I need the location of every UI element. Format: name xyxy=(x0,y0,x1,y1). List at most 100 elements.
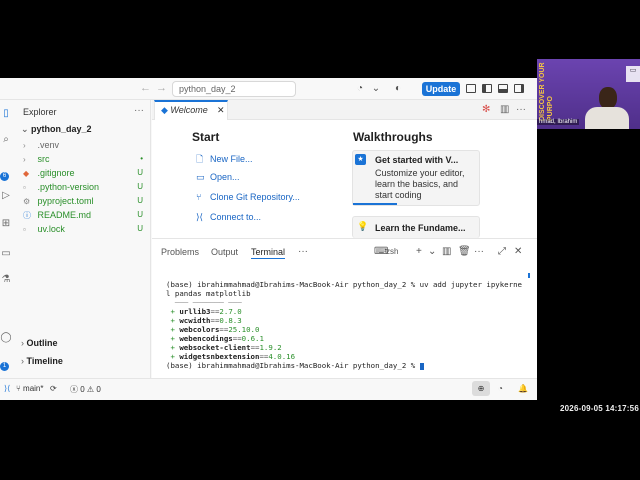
more-actions-icon[interactable]: ··· xyxy=(516,104,526,115)
search-icon[interactable]: ⌕ xyxy=(0,134,12,148)
vscode-window: ← → python_day_2 ◔ ⌄ ◐ Update ▯ ⌕ 6 ▷ ⊞ … xyxy=(0,78,537,400)
git-branch-icon: ⑂ xyxy=(16,384,24,393)
split-terminal-icon[interactable]: ▥ xyxy=(442,246,451,257)
copilot-sparkle-icon[interactable]: ✻ xyxy=(482,104,490,115)
git-clone-icon: ⑂ xyxy=(196,192,202,202)
tree-item-uv-lock[interactable]: ▫ uv.lock U xyxy=(23,224,151,237)
tab-output[interactable]: Output xyxy=(211,247,238,257)
terminal-command-line: l pandas matplotlib xyxy=(166,289,251,298)
webcam-overlay: DISCOVER YOUR PURPO hmad, Ibrahim xyxy=(537,59,640,129)
package-line: + websocket-client==1.9.2 xyxy=(170,343,282,352)
run-debug-icon[interactable]: ▷ xyxy=(0,190,12,204)
error-icon: ⓧ xyxy=(70,385,81,394)
trash-icon[interactable]: 🗑 xyxy=(458,246,471,257)
info-icon: ⓘ xyxy=(23,211,31,220)
remote-indicator-icon[interactable]: ⟩⟨ xyxy=(4,384,10,393)
warning-icon: ⚠ xyxy=(86,385,97,394)
explorer-icon[interactable]: ▯ xyxy=(0,108,12,122)
close-icon[interactable]: ✕ xyxy=(217,105,225,116)
tree-item-src[interactable]: › src • xyxy=(23,154,151,167)
outline-section[interactable]: › Outline xyxy=(21,338,58,348)
title-bar: ← → python_day_2 ◔ ⌄ ◐ Update xyxy=(0,78,537,100)
person-body xyxy=(585,107,629,129)
copilot-icon[interactable]: ◔ xyxy=(354,83,366,94)
account-icon[interactable]: ◯ xyxy=(0,332,12,346)
tab-welcome[interactable]: ◆ Welcome ✕ xyxy=(154,100,228,120)
tab-terminal[interactable]: Terminal xyxy=(251,247,286,259)
forward-arrow-icon[interactable]: → xyxy=(156,82,167,94)
gear-icon: ⚙ xyxy=(23,197,31,206)
terminal-output[interactable]: (base) ibrahimmahmad@Ibrahims-MacBook-Ai… xyxy=(166,271,526,370)
more-actions-icon[interactable]: ··· xyxy=(134,105,144,116)
tree-item-readme[interactable]: ⓘ README.md U xyxy=(23,210,151,223)
new-file-link[interactable]: 🗋 New File... xyxy=(196,152,253,168)
extensions-icon[interactable]: ⊞ xyxy=(0,218,12,232)
tree-item-gitignore[interactable]: ◆ .gitignore U xyxy=(23,168,151,181)
start-heading: Start xyxy=(192,130,220,144)
toggle-primary-sidebar-icon[interactable] xyxy=(482,84,492,93)
terminal-prompt: (base) ibrahimmahmad@Ibrahims-MacBook-Ai… xyxy=(166,361,420,370)
package-line: + widgetsnbextension==4.0.16 xyxy=(170,352,296,361)
sync-icon[interactable]: ⟳ xyxy=(50,384,57,393)
chevron-down-icon: ⌄ xyxy=(21,124,32,134)
customize-layout-icon[interactable] xyxy=(466,84,476,93)
status-bar: ⟩⟨ ⑂ main* ⟳ ⓧ 0 ⚠ 0 ⊕ ◔ 🔔 xyxy=(0,378,537,400)
package-line: + webencodings==0.6.1 xyxy=(170,334,264,343)
split-editor-icon[interactable]: ▥ xyxy=(500,104,509,115)
git-icon: ◆ xyxy=(23,169,30,178)
person-head xyxy=(599,87,617,109)
bottom-panel: Problems Output Terminal ··· ⌨ zsh + ⌄ ▥… xyxy=(152,238,537,378)
package-line: + webcolors==25.10.0 xyxy=(170,325,260,334)
timeline-section[interactable]: › Timeline xyxy=(21,356,63,366)
package-line: + wcwidth==0.8.3 xyxy=(170,316,242,325)
walkthroughs-heading: Walkthroughs xyxy=(353,130,433,144)
package-line: + urllib3==2.7.0 xyxy=(170,307,242,316)
window-controls-icon[interactable]: ▭ xyxy=(626,66,640,82)
activity-bar: ▯ ⌕ 6 ▷ ⊞ ▭ ⚗ ◯ 1 xyxy=(0,100,13,378)
open-link[interactable]: ▭ Open... xyxy=(196,172,240,183)
account-icon[interactable]: ◐ xyxy=(392,83,404,94)
more-actions-icon[interactable]: ··· xyxy=(298,246,308,257)
folder-open-icon: ▭ xyxy=(196,172,205,182)
back-arrow-icon[interactable]: ← xyxy=(140,82,151,94)
zoom-icon[interactable]: ⊕ xyxy=(472,381,490,396)
tree-item-venv[interactable]: › .venv xyxy=(23,140,151,153)
editor-tab-bar: ◆ Welcome ✕ ✻ ▥ ··· xyxy=(152,100,537,120)
terminal-scroll-marker xyxy=(528,273,530,278)
clone-repo-link[interactable]: ⑂ Clone Git Repository... xyxy=(196,192,300,202)
tree-item-python-version[interactable]: ▫ .python-version U xyxy=(23,182,151,195)
command-center-search[interactable]: python_day_2 xyxy=(172,81,296,97)
source-control-badge: 6 xyxy=(0,172,9,181)
file-icon: ▫ xyxy=(23,225,26,234)
terminal-cursor xyxy=(419,362,424,370)
toggle-secondary-sidebar-icon[interactable] xyxy=(514,84,524,93)
walkthrough-card-get-started[interactable]: ★ Get started with V... Customize your e… xyxy=(352,150,480,206)
file-icon: ▫ xyxy=(23,183,26,192)
problems-indicator[interactable]: ⓧ 0 ⚠ 0 xyxy=(70,384,101,395)
chevron-down-icon[interactable]: ⌄ xyxy=(428,246,436,257)
editor-area: ◆ Welcome ✕ ✻ ▥ ··· Start 🗋 New File... ▭… xyxy=(152,100,537,238)
branch-indicator[interactable]: ⑂ main* xyxy=(16,384,43,393)
tree-item-pyproject[interactable]: ⚙ pyproject.toml U xyxy=(23,196,151,209)
toggle-panel-icon[interactable] xyxy=(498,84,508,93)
maximize-panel-icon[interactable]: ⤢ xyxy=(498,246,506,257)
walkthrough-progress-bar xyxy=(353,203,398,205)
more-actions-icon[interactable]: ··· xyxy=(474,246,484,257)
walkthrough-card-fundamentals[interactable]: 💡 Learn the Fundame... xyxy=(352,216,480,238)
tab-problems[interactable]: Problems xyxy=(161,247,199,257)
close-icon[interactable]: ✕ xyxy=(514,246,522,257)
workspace-folder[interactable]: ⌄ python_day_2 xyxy=(21,124,92,135)
remote-explorer-icon[interactable]: ▭ xyxy=(0,248,12,262)
update-button[interactable]: Update xyxy=(422,82,460,96)
folder-name: python_day_2 xyxy=(31,124,92,134)
new-terminal-icon[interactable]: + xyxy=(416,246,422,257)
connect-to-link[interactable]: ⟩⟨ Connect to... xyxy=(196,212,261,223)
terminal-command-line: (base) ibrahimmahmad@Ibrahims-MacBook-Ai… xyxy=(166,280,522,289)
chevron-down-icon[interactable]: ⌄ xyxy=(370,83,382,94)
copilot-icon[interactable]: ◔ xyxy=(498,384,503,393)
shell-name[interactable]: zsh xyxy=(386,247,398,256)
bell-icon[interactable]: 🔔 xyxy=(518,384,528,393)
star-icon: ★ xyxy=(355,154,366,165)
participant-name: hmad, Ibrahim xyxy=(537,119,580,125)
testing-icon[interactable]: ⚗ xyxy=(0,274,12,288)
